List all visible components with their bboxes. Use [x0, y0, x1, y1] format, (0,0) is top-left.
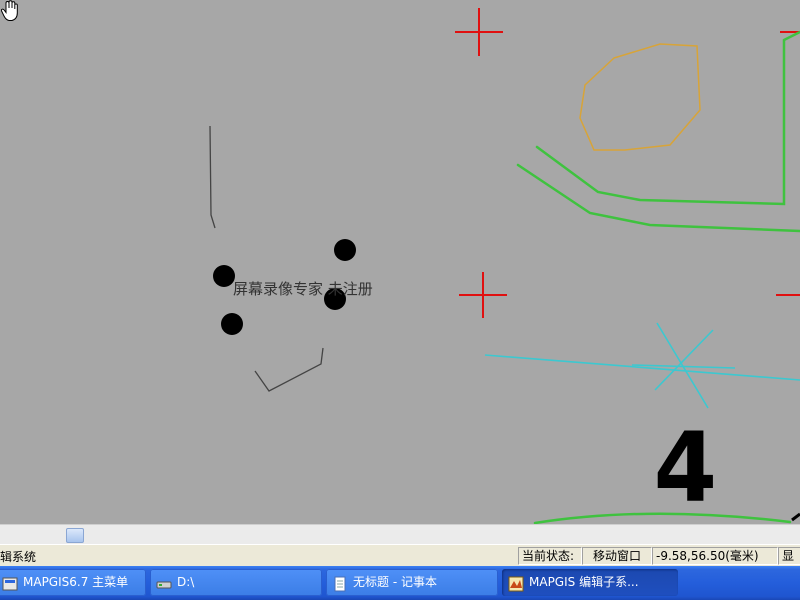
point-marker [221, 313, 243, 335]
dark-line [209, 125, 216, 229]
taskbar-item-label: MAPGIS6.7 主菜单 [23, 575, 129, 589]
status-trailing: 显 [778, 547, 800, 565]
green-line [516, 163, 800, 233]
drive-icon [156, 575, 172, 591]
hand-cursor-icon [0, 0, 18, 21]
taskbar-item-mapgis-main-menu[interactable]: MAPGIS6.7 主菜单 [0, 569, 146, 596]
watermark-text: 屏幕录像专家 未注册 [233, 280, 373, 298]
map-canvas[interactable]: 屏幕录像专家 未注册 4 [0, 0, 800, 524]
point-marker [213, 265, 235, 287]
dark-line [791, 512, 800, 522]
point-marker [334, 239, 356, 261]
polygon-outline [579, 43, 701, 151]
app-icon [2, 575, 18, 591]
status-coordinates: -9.58,56.50(毫米) [652, 547, 778, 565]
green-line [535, 30, 800, 206]
taskbar-item-notepad[interactable]: 无标题 - 记事本 [326, 569, 498, 596]
mapgis-icon [508, 575, 524, 591]
status-app-name: 辑系统 [0, 550, 37, 564]
status-state-label: 当前状态: [518, 547, 582, 565]
status-bar: 辑系统 当前状态: 移动窗口 -9.58,56.50(毫米) 显 [0, 544, 800, 567]
taskbar-item-label: MAPGIS 编辑子系... [529, 575, 639, 589]
status-state-value: 移动窗口 [582, 547, 652, 565]
scrollbar-thumb[interactable] [66, 528, 84, 543]
taskbar-item-label: 无标题 - 记事本 [353, 575, 437, 589]
taskbar-item-mapgis-editor[interactable]: MAPGIS 编辑子系... [502, 569, 678, 596]
dark-line [254, 347, 324, 392]
taskbar-item-drive-d[interactable]: D:\ [150, 569, 322, 596]
cyan-lines [484, 322, 800, 409]
taskbar: MAPGIS6.7 主菜单 D:\ 无标题 - 记事本 MAPGIS 编辑子系.… [0, 566, 800, 600]
notepad-icon [332, 575, 348, 591]
taskbar-item-label: D:\ [177, 575, 195, 589]
cyan-line [654, 329, 714, 391]
map-label-number: 4 [653, 412, 718, 524]
cyan-line [484, 354, 800, 381]
horizontal-scrollbar[interactable] [0, 524, 800, 545]
